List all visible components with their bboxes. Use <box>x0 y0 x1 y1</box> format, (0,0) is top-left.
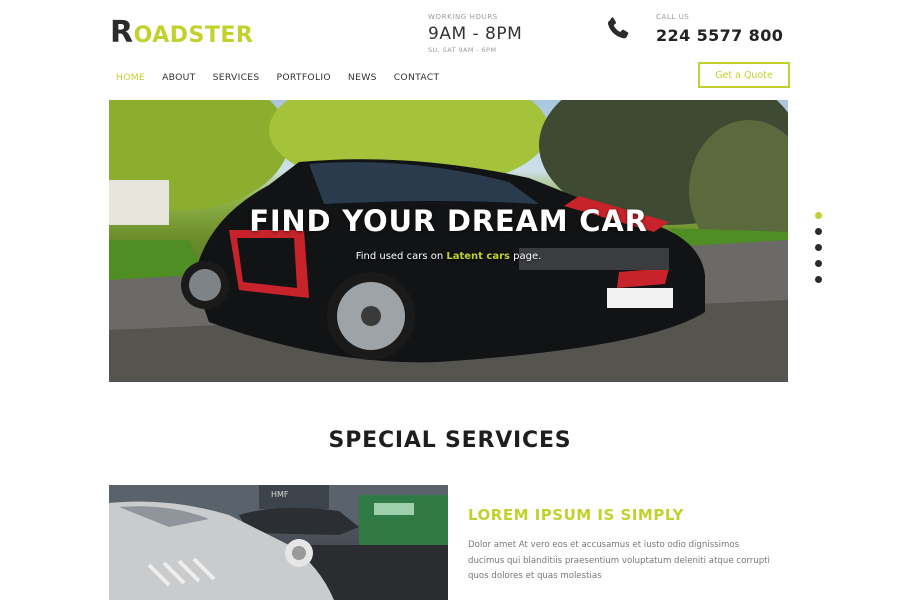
service-description: Dolor amet At vero eos et accusamus et i… <box>468 540 770 581</box>
hero-subtitle: Find used cars on Latent cars page. <box>109 251 788 262</box>
nav-item-contact[interactable]: CONTACT <box>394 72 440 83</box>
working-hours-label: WORKING HOURS <box>428 13 498 21</box>
site-logo[interactable]: ROADSTER <box>110 18 253 48</box>
hero-subtitle-post: page. <box>509 251 542 262</box>
hero-slide: FIND YOUR DREAM CAR Find used cars on La… <box>109 100 788 382</box>
slider-dot-1[interactable] <box>815 212 822 219</box>
slider-dot-2[interactable] <box>815 228 822 235</box>
call-us-label: CALL US <box>656 13 690 21</box>
hero-subtitle-pre: Find used cars on <box>355 251 447 262</box>
hero-subtitle-link[interactable]: Latent cars <box>446 251 510 262</box>
hero-title: FIND YOUR DREAM CAR <box>249 204 648 238</box>
slider-dot-3[interactable] <box>815 244 822 251</box>
service-image: HMF <box>109 485 448 600</box>
call-us: CALL US 224 5577 800 <box>656 13 783 45</box>
get-quote-button[interactable]: Get a Quote <box>698 62 790 88</box>
nav-item-news[interactable]: NEWS <box>348 72 377 83</box>
phone-icon <box>607 17 629 39</box>
slider-dot-5[interactable] <box>815 276 822 283</box>
slider-pagination <box>815 212 822 283</box>
nav-item-about[interactable]: ABOUT <box>162 72 196 83</box>
hero-car-image <box>109 100 788 382</box>
svg-text:HMF: HMF <box>271 490 289 499</box>
service-title: LOREM IPSUM IS SIMPLY <box>468 506 684 524</box>
phone-number[interactable]: 224 5577 800 <box>656 26 783 45</box>
nav-item-home[interactable]: HOME <box>116 72 145 83</box>
section-title: SPECIAL SERVICES <box>328 428 572 453</box>
main-nav: HOME ABOUT SERVICES PORTFOLIO NEWS CONTA… <box>116 72 456 83</box>
logo-initial: R <box>110 15 134 50</box>
nav-item-portfolio[interactable]: PORTFOLIO <box>277 72 331 83</box>
slider-dot-4[interactable] <box>815 260 822 267</box>
logo-text: OADSTER <box>133 23 254 48</box>
working-hours: WORKING HOURS 9AM - 8PM SU, SAT 9AM - 6P… <box>428 13 522 54</box>
working-hours-value: 9AM - 8PM <box>428 24 523 44</box>
vintage-car-image: HMF <box>109 485 448 600</box>
nav-item-services[interactable]: SERVICES <box>213 72 260 83</box>
weekend-hours: SU, SAT 9AM - 6PM <box>428 46 497 54</box>
